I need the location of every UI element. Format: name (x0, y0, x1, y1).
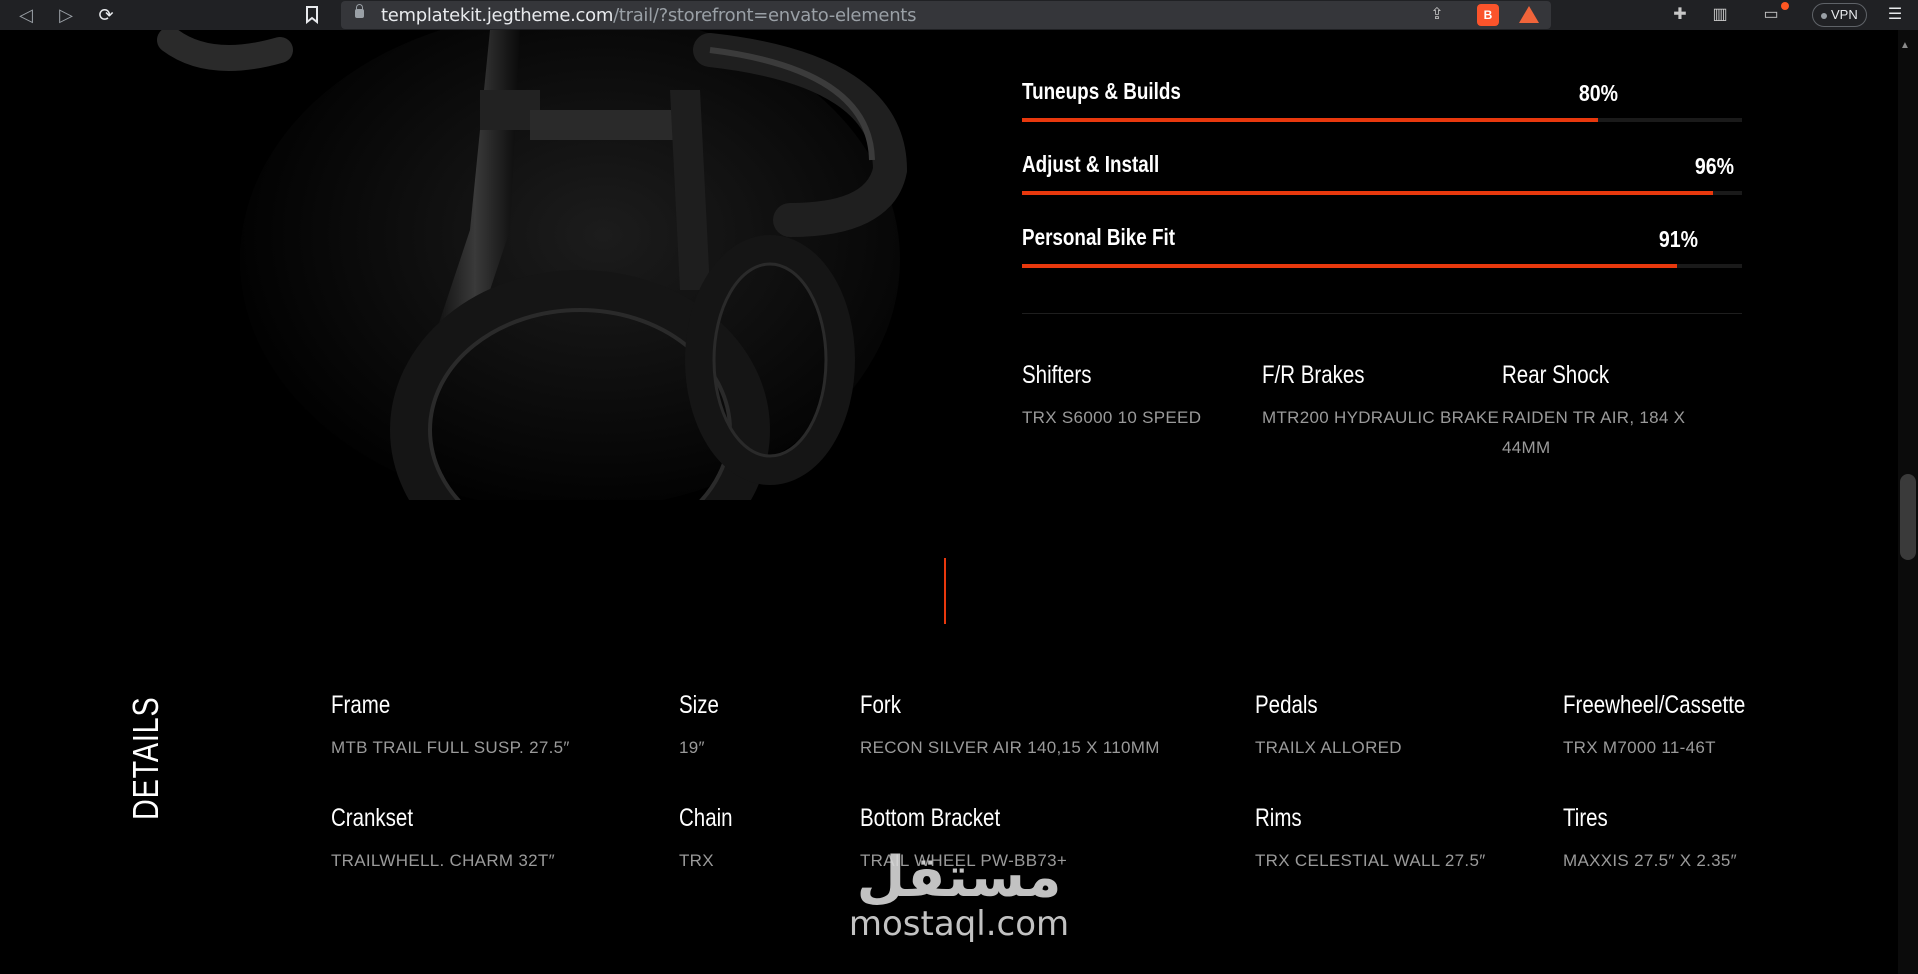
skill-name: Personal Bike Fit (1022, 224, 1176, 250)
detail-title: Freewheel/Cassette (1563, 691, 1746, 719)
watermark-arabic: مستقل (856, 845, 1062, 910)
skill-name: Tuneups & Builds (1022, 78, 1181, 104)
detail-value: 19″ (679, 738, 705, 757)
detail-title: Fork (860, 691, 901, 719)
skill-percent: 80% (1578, 80, 1618, 106)
extensions-icon[interactable]: ✚ (1669, 4, 1691, 26)
detail-title: Bottom Bracket (860, 804, 1001, 832)
lock-icon (355, 4, 364, 18)
section-divider (1022, 313, 1742, 314)
detail-title: Crankset (331, 804, 414, 832)
sidebar-icon[interactable]: ▥ (1709, 4, 1731, 26)
share-icon[interactable]: ⇪ (1426, 4, 1448, 26)
scroll-up-icon[interactable]: ▲ (1900, 40, 1910, 51)
detail-title: Pedals (1255, 691, 1318, 719)
detail-value: TRX (679, 851, 714, 870)
spec-title-brakes: F/R Brakes (1262, 361, 1365, 389)
skill-track (1022, 264, 1742, 268)
skill-percent: 91% (1658, 226, 1698, 252)
spec-value-brakes: MTR200 HYDRAULIC BRAKE (1262, 408, 1500, 427)
detail-title: Rims (1255, 804, 1302, 832)
url-host: templatekit.jegtheme.com (381, 5, 614, 26)
reload-icon[interactable]: ⟳ (94, 3, 118, 27)
browser-toolbar: ◁ ▷ ⟳ templatekit.jegtheme.com/trail/?st… (0, 0, 1918, 30)
vpn-status-icon (1821, 12, 1827, 19)
bike-image (150, 30, 950, 500)
detail-value: TRX M7000 11-46T (1563, 738, 1716, 757)
detail-value: TRAILX ALLORED (1255, 738, 1402, 757)
notification-badge (1781, 2, 1789, 10)
skill-bike-fit: Personal Bike Fit 91% (1022, 224, 1742, 284)
detail-value: RECON SILVER AIR 140,15 X 110MM (860, 738, 1160, 757)
skill-adjust-install: Adjust & Install 96% (1022, 151, 1742, 211)
wallet-icon[interactable]: ▭ (1760, 4, 1782, 26)
watermark-latin: mostaql.com (848, 904, 1070, 944)
spec-value-rear-shock: RAIDEN TR AIR, 184 X 44MM (1502, 408, 1686, 457)
vpn-label: VPN (1831, 7, 1858, 22)
brave-rewards-icon[interactable] (1519, 6, 1539, 23)
address-bar[interactable]: templatekit.jegtheme.com/trail/?storefro… (341, 1, 1551, 29)
skill-track (1022, 118, 1742, 122)
back-icon[interactable]: ◁ (14, 3, 38, 27)
skill-name: Adjust & Install (1022, 151, 1160, 177)
skill-percent: 96% (1694, 153, 1734, 179)
detail-title: Tires (1563, 804, 1608, 832)
skill-track (1022, 191, 1742, 195)
spec-title-rear-shock: Rear Shock (1502, 361, 1610, 389)
skill-tuneups: Tuneups & Builds 80% (1022, 78, 1742, 138)
brave-shield-icon[interactable]: B (1477, 4, 1499, 26)
detail-title: Size (679, 691, 719, 719)
forward-icon[interactable]: ▷ (54, 3, 78, 27)
url-text[interactable]: templatekit.jegtheme.com/trail/?storefro… (381, 5, 916, 26)
spec-title-shifters: Shifters (1022, 361, 1092, 389)
spec-value-shifters: TRX S6000 10 SPEED (1022, 408, 1202, 427)
accent-divider-line (944, 558, 946, 624)
skill-fill (1022, 118, 1598, 122)
mostaql-watermark: مستقل mostaql.com (842, 845, 1076, 944)
skill-fill (1022, 264, 1678, 268)
url-path: /trail/?storefront=envato-elements (613, 5, 917, 26)
details-heading: DETAILS (125, 696, 166, 821)
detail-title: Chain (679, 804, 733, 832)
detail-value: MAXXIS 27.5″ X 2.35″ (1563, 851, 1737, 870)
vpn-button[interactable]: VPN (1812, 3, 1867, 27)
detail-value: MTB TRAIL FULL SUSP. 27.5″ (331, 738, 570, 757)
menu-icon[interactable]: ☰ (1884, 4, 1906, 26)
scrollbar-thumb[interactable] (1900, 474, 1916, 560)
detail-value: TRAILWHELL. CHARM 32T″ (331, 851, 555, 870)
detail-value: TRX CELESTIAL WALL 27.5″ (1255, 851, 1486, 870)
bookmark-icon[interactable] (300, 3, 324, 27)
detail-title: Frame (331, 691, 391, 719)
skill-fill (1022, 191, 1714, 195)
